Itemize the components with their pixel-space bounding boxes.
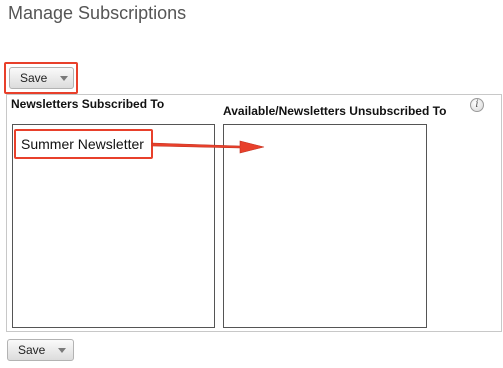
drag-arrow-icon xyxy=(151,140,265,154)
save-button-label: Save xyxy=(20,71,48,85)
list-item-highlight xyxy=(14,129,153,159)
save-button-bottom[interactable]: Save xyxy=(7,339,74,361)
save-button-label: Save xyxy=(18,343,46,357)
info-icon[interactable]: i xyxy=(470,98,484,112)
save-button-top[interactable]: Save xyxy=(9,67,74,89)
chevron-down-icon[interactable] xyxy=(60,75,68,81)
chevron-down-icon[interactable] xyxy=(58,347,66,353)
manage-subscriptions-page: Manage Subscriptions Save Newsletters Su… xyxy=(0,0,503,368)
page-title: Manage Subscriptions xyxy=(8,3,187,23)
subscribed-column-title: Newsletters Subscribed To xyxy=(11,97,165,111)
unsubscribed-column-title: Available/Newsletters Unsubscribed To xyxy=(223,104,447,118)
